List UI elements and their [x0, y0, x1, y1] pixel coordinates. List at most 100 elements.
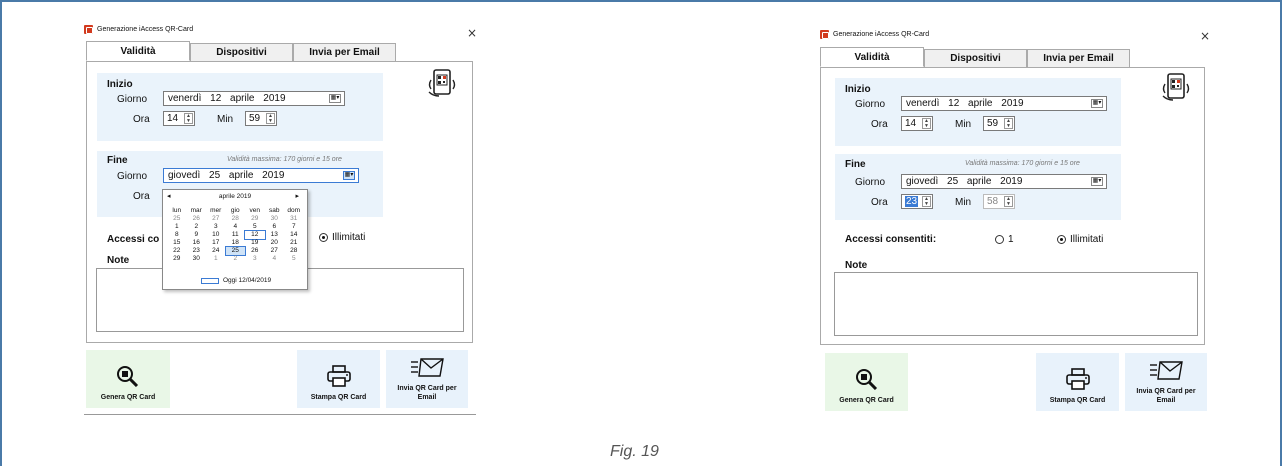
- calendar-day[interactable]: 30: [187, 255, 207, 263]
- stampa-qr-card-button[interactable]: Stampa QR Card: [1036, 353, 1119, 411]
- genera-qr-card-button[interactable]: Genera QR Card: [825, 353, 908, 411]
- calendar-day[interactable]: 18: [226, 239, 246, 247]
- fine-ora-stepper[interactable]: 23 ▲ ▼: [901, 194, 933, 209]
- calendar-day[interactable]: 21: [284, 239, 304, 247]
- fine-date-picker[interactable]: giovedì 25 aprile 2019 ▦▾: [163, 168, 359, 183]
- calendar-month: aprile 2019: [218, 193, 252, 200]
- radio-1[interactable]: 1: [995, 234, 1014, 245]
- calendar-day[interactable]: 2: [226, 255, 246, 263]
- fine-min-label: Min: [955, 197, 972, 208]
- calendar-day[interactable]: 28: [226, 215, 246, 223]
- note-label: Note: [107, 255, 130, 266]
- calendar-day[interactable]: 3: [206, 223, 226, 231]
- calendar-day[interactable]: 24: [206, 247, 226, 255]
- radio-circle[interactable]: [1057, 235, 1066, 244]
- calendar-day[interactable]: 3: [245, 255, 265, 263]
- calendar-day[interactable]: 22: [167, 247, 187, 255]
- calendar-day[interactable]: 4: [265, 255, 285, 263]
- tab-invia-email[interactable]: Invia per Email: [1027, 49, 1130, 67]
- calendar-day[interactable]: 23: [187, 247, 207, 255]
- calendar-day[interactable]: 14: [284, 231, 304, 239]
- calendar-dropdown-icon[interactable]: ▦▾: [329, 94, 341, 103]
- fine-hint: Validità massima: 170 giorni e 15 ore: [227, 156, 342, 163]
- calendar-day[interactable]: 28: [284, 247, 304, 255]
- spin-arrows-icon[interactable]: ▲ ▼: [1004, 196, 1013, 207]
- note-textarea[interactable]: [834, 272, 1198, 336]
- fine-date-picker[interactable]: giovedì 25 aprile 2019 ▦▾: [901, 174, 1107, 189]
- calendar-today[interactable]: Oggi 12/04/2019: [201, 277, 271, 284]
- inizio-giorno-label: Giorno: [117, 94, 148, 105]
- tab-dispositivi[interactable]: Dispositivi: [190, 43, 293, 61]
- calendar-day[interactable]: 27: [265, 247, 285, 255]
- fine-giorno-label: Giorno: [117, 171, 148, 182]
- calendar-day[interactable]: 26: [245, 247, 265, 255]
- calendar-day[interactable]: 31: [284, 215, 304, 223]
- calendar-day[interactable]: 11: [226, 231, 246, 239]
- radio-illimitati[interactable]: Illimitati: [319, 232, 365, 243]
- calendar-day[interactable]: 26: [187, 215, 207, 223]
- calendar-day[interactable]: 29: [167, 255, 187, 263]
- stampa-qr-card-button[interactable]: Stampa QR Card: [297, 350, 380, 408]
- calendar-day[interactable]: 17: [206, 239, 226, 247]
- tab-validita[interactable]: Validità: [820, 47, 924, 67]
- inizio-min-value: 59: [987, 118, 999, 129]
- tab-validita[interactable]: Validità: [86, 41, 190, 61]
- calendar-next-arrow-icon[interactable]: ▸: [295, 192, 299, 200]
- fine-ora-label: Ora: [871, 197, 888, 208]
- calendar-day[interactable]: 16: [187, 239, 207, 247]
- calendar-day[interactable]: 25: [167, 215, 187, 223]
- calendar-day[interactable]: 20: [265, 239, 285, 247]
- calendar-day[interactable]: 15: [167, 239, 187, 247]
- calendar-day[interactable]: 13: [265, 231, 285, 239]
- calendar-day[interactable]: 8: [167, 231, 187, 239]
- inizio-date-picker[interactable]: venerdì 12 aprile 2019 ▦▾: [901, 96, 1107, 111]
- calendar-day[interactable]: 10: [206, 231, 226, 239]
- calendar-dropdown-icon[interactable]: ▦▾: [1091, 99, 1103, 108]
- calendar-day[interactable]: 4: [226, 223, 246, 231]
- calendar-day[interactable]: 25: [224, 246, 246, 256]
- calendar-day[interactable]: 27: [206, 215, 226, 223]
- calendar-day[interactable]: 6: [265, 223, 285, 231]
- calendar-day[interactable]: 7: [284, 223, 304, 231]
- tab-invia-email[interactable]: Invia per Email: [293, 43, 396, 61]
- inizio-min-stepper[interactable]: 59 ▲ ▼: [983, 116, 1015, 131]
- calendar-day[interactable]: 5: [245, 223, 265, 231]
- spin-arrows-icon[interactable]: ▲ ▼: [266, 113, 275, 124]
- calendar-day[interactable]: 2: [187, 223, 207, 231]
- close-button[interactable]: ×: [1200, 29, 1210, 43]
- calendar-day[interactable]: 1: [206, 255, 226, 263]
- invia-qr-card-button[interactable]: Invia QR Card per Email: [1125, 353, 1207, 411]
- tab-dispositivi[interactable]: Dispositivi: [924, 49, 1027, 67]
- spin-arrows-icon[interactable]: ▲ ▼: [922, 118, 931, 129]
- calendar-dropdown-icon[interactable]: ▦▾: [1091, 177, 1103, 186]
- calendar-day[interactable]: 1: [167, 223, 187, 231]
- radio-circle[interactable]: [995, 235, 1004, 244]
- inizio-section: Inizio Giorno venerdì 12 aprile 2019 ▦▾ …: [97, 73, 383, 141]
- calendar-day[interactable]: 9: [187, 231, 207, 239]
- radio-illimitati[interactable]: Illimitati: [1057, 234, 1103, 245]
- spin-arrows-icon[interactable]: ▲ ▼: [922, 196, 931, 207]
- inizio-min-stepper[interactable]: 59 ▲ ▼: [245, 111, 277, 126]
- radio-circle[interactable]: [319, 233, 328, 242]
- calendar-day[interactable]: 29: [245, 215, 265, 223]
- calendar-day[interactable]: 12: [244, 230, 266, 240]
- fine-section: Fine Validità massima: 170 giorni e 15 o…: [835, 154, 1121, 220]
- radio-illimitati-label: Illimitati: [1070, 234, 1104, 245]
- tab-bar: Validità Dispositivi Invia per Email: [86, 41, 396, 61]
- calendar-day[interactable]: 5: [284, 255, 304, 263]
- printer-icon: [326, 365, 351, 387]
- spin-arrows-icon[interactable]: ▲ ▼: [1004, 118, 1013, 129]
- invia-qr-card-button[interactable]: Invia QR Card per Email: [386, 350, 468, 408]
- calendar-day[interactable]: 30: [265, 215, 285, 223]
- inizio-ora-stepper[interactable]: 14 ▲ ▼: [901, 116, 933, 131]
- calendar-weekday: sab: [269, 207, 280, 214]
- fine-min-stepper[interactable]: 58 ▲ ▼: [983, 194, 1015, 209]
- inizio-date-picker[interactable]: venerdì 12 aprile 2019 ▦▾: [163, 91, 345, 106]
- calendar-dropdown-icon[interactable]: ▦▾: [343, 171, 355, 180]
- inizio-ora-stepper[interactable]: 14 ▲ ▼: [163, 111, 195, 126]
- close-button[interactable]: ×: [467, 26, 477, 40]
- genera-qr-card-button[interactable]: Genera QR Card: [86, 350, 170, 408]
- spin-arrows-icon[interactable]: ▲ ▼: [184, 113, 193, 124]
- calendar-day[interactable]: 19: [245, 239, 265, 247]
- inizio-ora-label: Ora: [133, 114, 150, 125]
